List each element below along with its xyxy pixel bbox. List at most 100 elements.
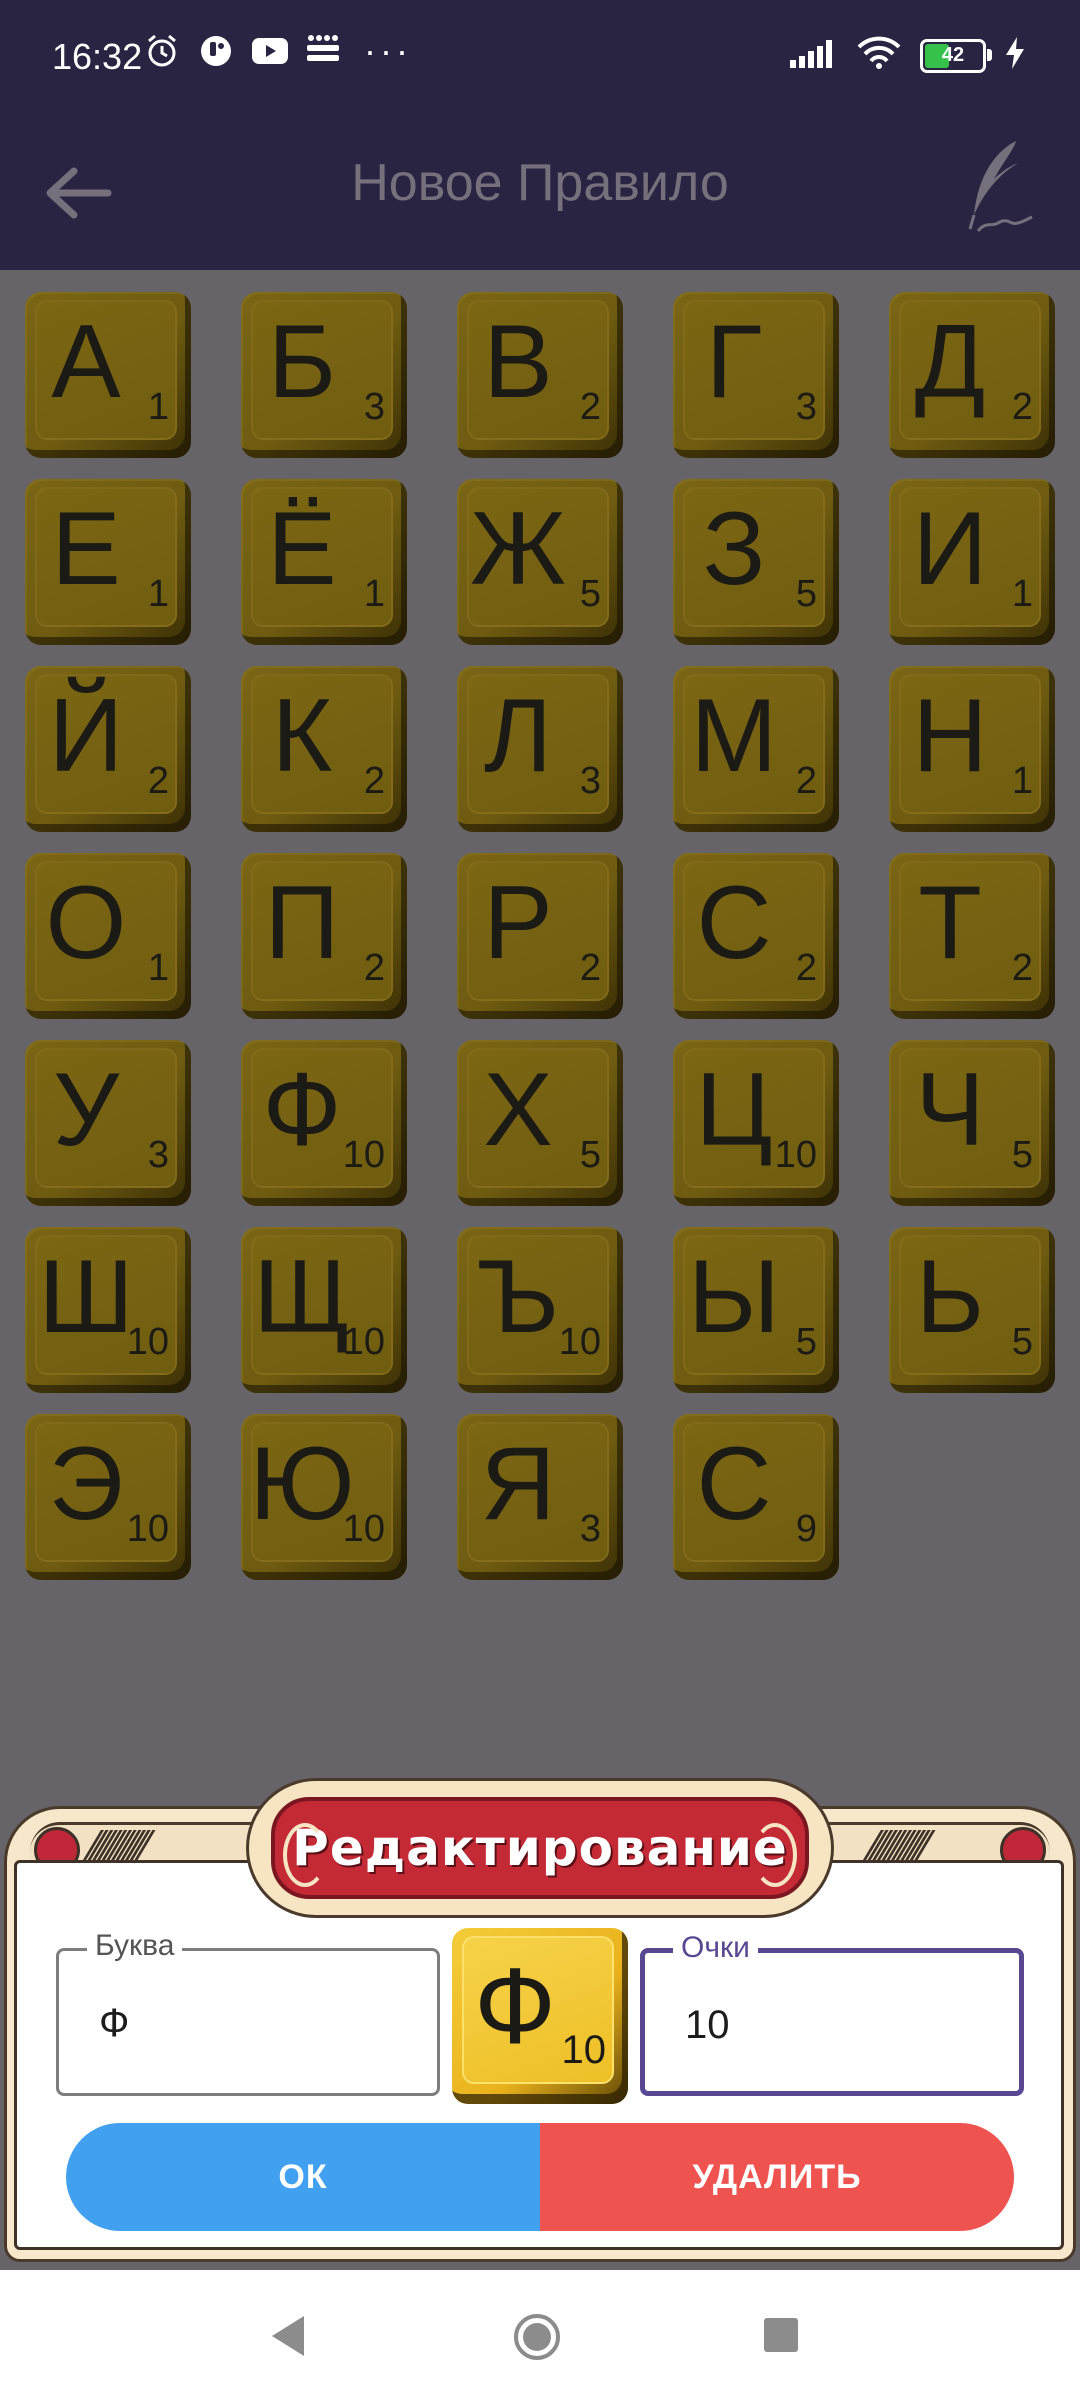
tile-letter: Л [483,678,553,794]
tile-score: 2 [1011,947,1033,989]
letter-tile[interactable]: Б3 [241,292,407,458]
status-time: 16:32 [52,36,143,77]
tile-score: 10 [342,1508,385,1550]
letter-tile[interactable]: Г3 [673,292,839,458]
nav-home-icon[interactable] [512,2312,562,2362]
tile-letter: Ы [687,1239,781,1355]
tile-letter: Я [480,1426,556,1542]
tile-letter: Х [483,1052,553,1168]
tile-score: 1 [1011,573,1033,615]
signal-icon [790,38,838,73]
letter-tile[interactable]: Ю 10 [241,1414,407,1580]
tile-score: 3 [363,386,385,428]
letter-tile[interactable]: П2 [241,853,407,1019]
tile-score: 5 [1011,1321,1033,1363]
tile-score: 1 [147,947,169,989]
tile-score: 2 [363,760,385,802]
tile-score: 5 [795,1321,817,1363]
tile-letter: Н [912,678,988,794]
ok-button[interactable]: ОК [66,2123,540,2231]
letter-tile[interactable]: Ч5 [889,1040,1055,1206]
detmir-icon [304,31,344,71]
app-toolbar: Новое Правило [0,115,1080,270]
letter-tile[interactable]: О1 [25,853,191,1019]
tile-score: 2 [795,947,817,989]
tile-letter: К [271,678,333,794]
alarm-icon [142,31,182,71]
tile-score: 5 [579,1134,601,1176]
youtube-icon [250,31,290,71]
tile-score: 5 [1011,1134,1033,1176]
tile-score: 10 [558,1321,601,1363]
letter-tile[interactable]: Р2 [457,853,623,1019]
nav-recent-icon[interactable] [764,2318,798,2352]
tile-score: 2 [147,760,169,802]
letter-tile[interactable]: С2 [673,853,839,1019]
letter-tile[interactable]: Щ 10 [241,1227,407,1393]
delete-button[interactable]: УДАЛИТЬ [540,2123,1014,2231]
tile-score: 5 [795,573,817,615]
letter-tile[interactable]: Д2 [889,292,1055,458]
letter-tile[interactable]: Ф 10 [241,1040,407,1206]
dialog-title-banner: Редактирование [246,1778,834,1918]
tile-letter: Р [483,865,553,981]
letter-tile[interactable]: Ё1 [241,479,407,645]
letter-field-value: Ф [99,2001,130,2045]
battery-level: 42 [941,44,965,66]
letter-tile[interactable]: С9 [673,1414,839,1580]
app-badge-icon [196,31,236,71]
tile-letter: Ь [915,1239,985,1355]
status-system-icons: 42 [790,36,1026,75]
letter-tile[interactable]: Х5 [457,1040,623,1206]
quill-icon [968,141,1033,233]
tile-score: 10 [126,1508,169,1550]
letter-field[interactable]: Буква Ф [56,1929,440,2096]
letter-tile[interactable]: Т2 [889,853,1055,1019]
letter-tile[interactable]: Е1 [25,479,191,645]
tile-letter: А [51,304,121,420]
tile-letter: Г [705,304,763,420]
tile-letter: И [912,491,988,607]
letter-tile[interactable]: Э 10 [25,1414,191,1580]
tile-letter: З [702,491,766,607]
status-bar: 16:32 ··· 42 [0,0,1080,115]
tile-score: 1 [1011,760,1033,802]
tile-score: 1 [363,573,385,615]
tile-score: 2 [1011,386,1033,428]
letter-tile[interactable]: Я3 [457,1414,623,1580]
points-field-value: 10 [685,2003,730,2047]
letter-tile[interactable]: Ъ 10 [457,1227,623,1393]
letter-tile[interactable]: В2 [457,292,623,458]
letter-tile[interactable]: А1 [25,292,191,458]
tile-letter: Д [914,304,986,420]
letter-tile[interactable]: Ц 10 [673,1040,839,1206]
letter-tile[interactable]: Й2 [25,666,191,832]
letter-tile[interactable]: М2 [673,666,839,832]
letter-tile[interactable]: Ж5 [457,479,623,645]
signature-button[interactable] [956,135,1046,245]
tile-score: 10 [342,1134,385,1176]
tile-score: 2 [363,947,385,989]
dialog-buttons: ОК УДАЛИТЬ [66,2123,1014,2231]
dialog-title: Редактирование [292,1819,788,1877]
letter-tile[interactable]: Л3 [457,666,623,832]
preview-tile-score: 10 [561,2028,607,2072]
letter-tile[interactable]: Н1 [889,666,1055,832]
letter-tile[interactable]: У3 [25,1040,191,1206]
letter-tile[interactable]: Ш 10 [25,1227,191,1393]
letter-tile[interactable]: И1 [889,479,1055,645]
tile-letter: Ч [915,1052,985,1168]
tile-letter: У [52,1052,120,1168]
tile-letter: Й [48,678,124,794]
points-field[interactable]: Очки 10 [640,1931,1024,2096]
tile-letter: В [483,304,553,420]
letter-tile[interactable]: З5 [673,479,839,645]
tile-score: 1 [147,573,169,615]
letter-tile[interactable]: К2 [241,666,407,832]
letter-tile[interactable]: Ь5 [889,1227,1055,1393]
letter-tile[interactable]: Ы5 [673,1227,839,1393]
tile-score: 10 [342,1321,385,1363]
nav-back-icon[interactable] [268,2314,308,2358]
tile-score: 3 [795,386,817,428]
tile-letter: Е [51,491,121,607]
